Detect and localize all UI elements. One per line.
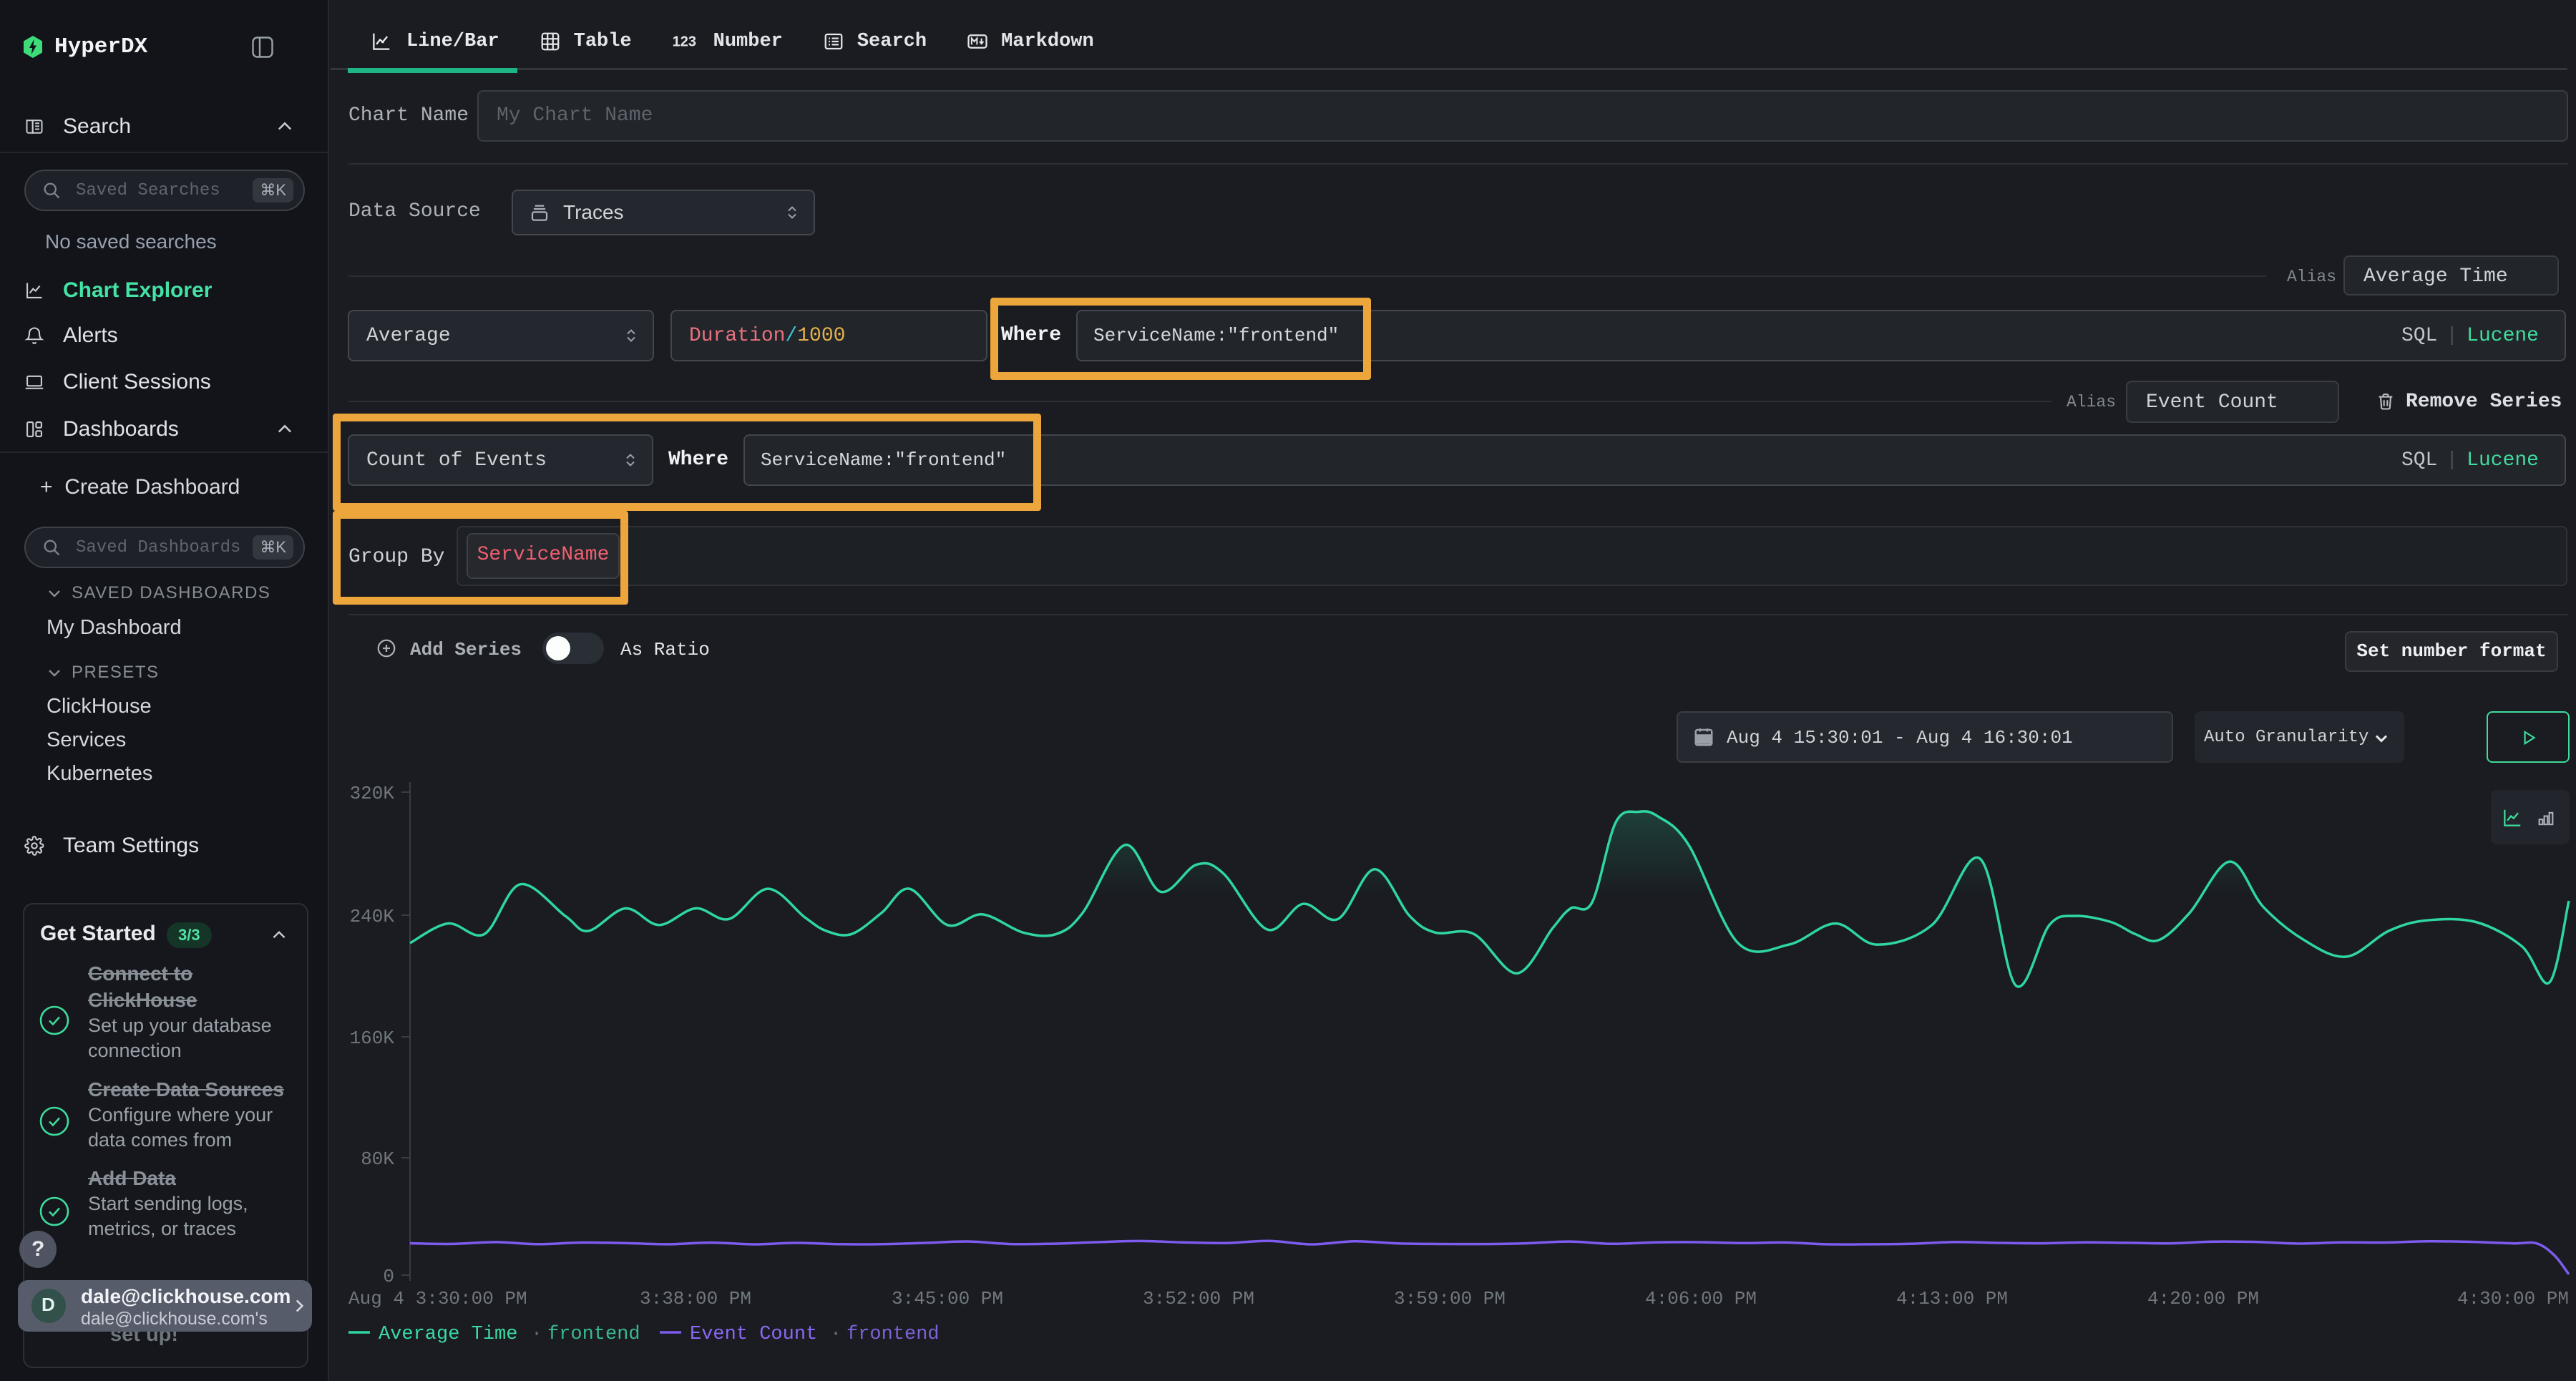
svg-text:3:45:00 PM: 3:45:00 PM bbox=[892, 1288, 1003, 1309]
svg-text:4:30:00 PM: 4:30:00 PM bbox=[2457, 1288, 2569, 1309]
svg-text:Aug 4 3:30:00 PM: Aug 4 3:30:00 PM bbox=[348, 1288, 527, 1309]
svg-text:80K: 80K bbox=[361, 1148, 394, 1170]
svg-text:3:59:00 PM: 3:59:00 PM bbox=[1394, 1288, 1506, 1309]
svg-text:240K: 240K bbox=[350, 906, 395, 927]
svg-text:frontend: frontend bbox=[847, 1324, 940, 1345]
svg-text:0: 0 bbox=[383, 1266, 394, 1287]
svg-text:frontend: frontend bbox=[547, 1324, 640, 1345]
svg-text:4:06:00 PM: 4:06:00 PM bbox=[1645, 1288, 1757, 1309]
svg-text:Event Count: Event Count bbox=[690, 1324, 817, 1345]
svg-text:·: · bbox=[830, 1324, 841, 1345]
svg-text:320K: 320K bbox=[350, 783, 395, 804]
svg-text:3:38:00 PM: 3:38:00 PM bbox=[640, 1288, 751, 1309]
svg-text:4:13:00 PM: 4:13:00 PM bbox=[1896, 1288, 2008, 1309]
svg-text:160K: 160K bbox=[350, 1028, 395, 1049]
svg-text:·: · bbox=[531, 1324, 542, 1345]
svg-text:123: 123 bbox=[672, 34, 696, 49]
svg-text:4:20:00 PM: 4:20:00 PM bbox=[2147, 1288, 2259, 1309]
svg-text:Average Time: Average Time bbox=[379, 1324, 517, 1345]
svg-text:3:52:00 PM: 3:52:00 PM bbox=[1143, 1288, 1254, 1309]
